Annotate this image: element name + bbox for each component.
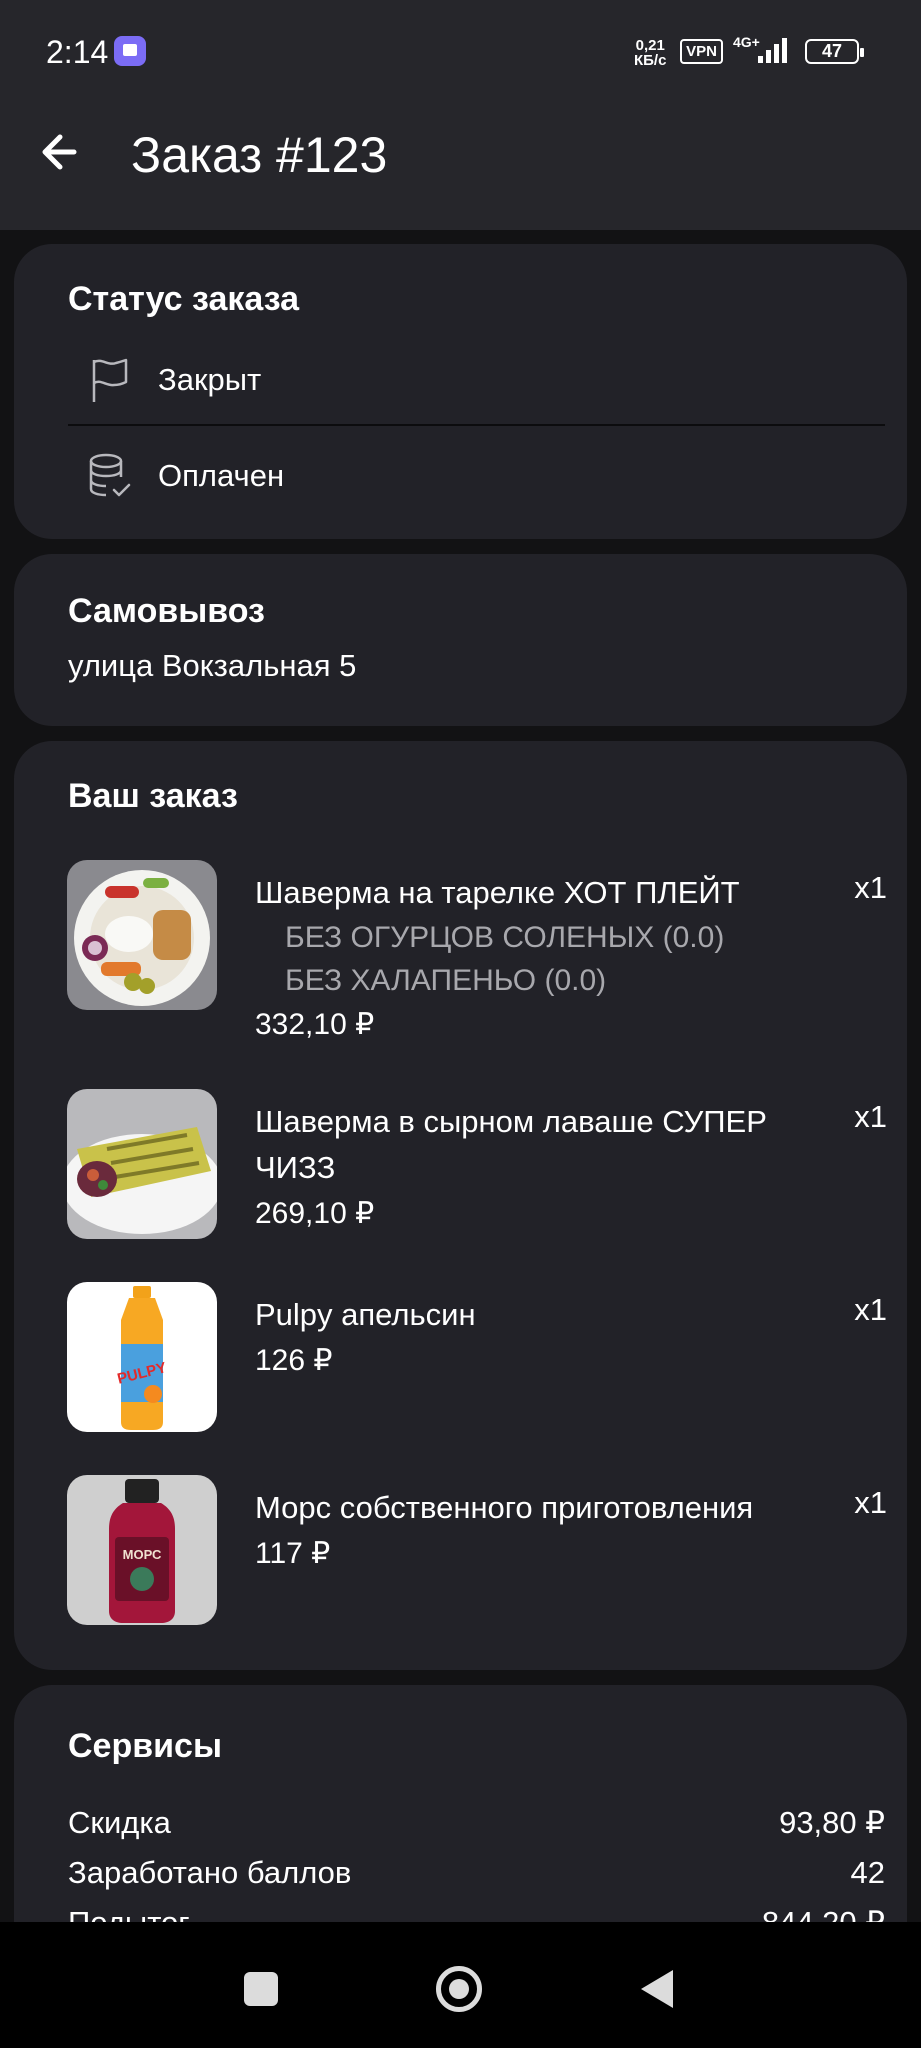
flag-icon xyxy=(92,358,128,402)
order-items-card: Ваш заказ Шаверма на тарелке ХОТ ПЛЕЙТ Б… xyxy=(14,741,907,1670)
item-name: Pulpy апельсин xyxy=(255,1297,476,1332)
status-bar: 2:14 0,21 КБ/с VPN 4G+ 47 xyxy=(0,0,921,80)
status-row-closed: Закрыт xyxy=(68,334,885,426)
battery-icon: 47 xyxy=(805,39,864,64)
page-title: Заказ #123 xyxy=(131,127,388,183)
pickup-title: Самовывоз xyxy=(68,592,265,630)
item-info: Шаверма в сырном лаваше СУПЕР ЧИЗЗ 269,1… xyxy=(255,1099,825,1237)
system-nav-bar xyxy=(0,1922,921,2048)
pickup-card: Самовывоз улица Вокзальная 5 xyxy=(14,554,907,726)
network-speed: 0,21 КБ/с xyxy=(634,38,666,68)
item-image: МОРС xyxy=(67,1475,217,1625)
service-value: 93,80 ₽ xyxy=(779,1805,885,1840)
notification-app-icon xyxy=(114,36,146,66)
back-arrow-icon[interactable] xyxy=(34,120,98,184)
item-price: 126 ₽ xyxy=(255,1344,333,1377)
service-label: Скидка xyxy=(68,1805,171,1840)
list-item[interactable]: МОРС Морс собственного приготовления 117… xyxy=(67,1475,887,1635)
list-item[interactable]: PULPY Pulpy апельсин 126 ₽ x1 xyxy=(67,1282,887,1442)
status-divider xyxy=(68,424,885,426)
svg-text:МОРС: МОРС xyxy=(123,1547,162,1562)
vpn-icon: VPN xyxy=(680,39,723,64)
status-row-paid: Оплачен xyxy=(68,430,885,522)
item-quantity: x1 xyxy=(854,1485,887,1520)
triangle-back-icon[interactable] xyxy=(641,1970,673,2008)
circle-icon[interactable] xyxy=(436,1966,482,2012)
signal-icon xyxy=(758,38,787,63)
item-image xyxy=(67,1089,217,1239)
square-icon[interactable] xyxy=(244,1972,278,2006)
item-modifier: БЕЗ ОГУРЦОВ СОЛЕНЫХ (0.0) xyxy=(285,921,725,954)
list-item[interactable]: Шаверма в сырном лаваше СУПЕР ЧИЗЗ 269,1… xyxy=(67,1089,887,1249)
database-check-icon xyxy=(89,453,131,497)
item-modifier: БЕЗ ХАЛАПЕНЬО (0.0) xyxy=(285,964,607,997)
item-quantity: x1 xyxy=(854,870,887,905)
pickup-address: улица Вокзальная 5 xyxy=(68,648,357,683)
services-title: Сервисы xyxy=(68,1727,222,1765)
item-name: Морс собственного приготовления xyxy=(255,1490,754,1525)
item-quantity: x1 xyxy=(854,1292,887,1327)
item-image: PULPY xyxy=(67,1282,217,1432)
network-speed-value: 0,21 xyxy=(635,37,665,54)
order-status-title: Статус заказа xyxy=(68,280,300,318)
order-status-card: Статус заказа Закрыт Оплачен xyxy=(14,244,907,539)
status-closed-label: Закрыт xyxy=(158,362,262,397)
item-info: Pulpy апельсин 126 ₽ xyxy=(255,1292,825,1384)
service-label: Заработано баллов xyxy=(68,1855,352,1890)
item-info: Морс собственного приготовления 117 ₽ xyxy=(255,1485,825,1577)
item-name: Шаверма в сырном лаваше СУПЕР ЧИЗЗ xyxy=(255,1104,767,1185)
list-item[interactable]: Шаверма на тарелке ХОТ ПЛЕЙТ БЕЗ ОГУРЦОВ… xyxy=(67,860,887,1060)
item-name: Шаверма на тарелке ХОТ ПЛЕЙТ xyxy=(255,875,740,910)
order-items-title: Ваш заказ xyxy=(68,777,238,815)
status-time: 2:14 xyxy=(46,34,109,70)
item-quantity: x1 xyxy=(854,1099,887,1134)
item-price: 117 ₽ xyxy=(255,1537,331,1570)
app-bar: Заказ #123 xyxy=(0,80,921,230)
service-value: 42 xyxy=(850,1855,885,1890)
network-speed-unit: КБ/с xyxy=(634,52,667,69)
item-info: Шаверма на тарелке ХОТ ПЛЕЙТ БЕЗ ОГУРЦОВ… xyxy=(255,870,825,1048)
status-paid-label: Оплачен xyxy=(158,458,285,493)
item-image xyxy=(67,860,217,1010)
item-price: 269,10 ₽ xyxy=(255,1197,375,1230)
item-price: 332,10 ₽ xyxy=(255,1008,375,1041)
